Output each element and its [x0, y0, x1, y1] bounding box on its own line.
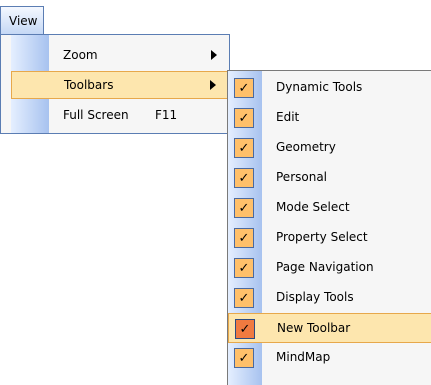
menu-item-label: Zoom: [63, 48, 98, 62]
submenu-item-label: Display Tools: [276, 290, 354, 304]
submenu-arrow-icon: [211, 50, 217, 60]
menu-item-full-screen[interactable]: Full Screen F11: [11, 101, 229, 129]
submenu-item-label: Personal: [276, 170, 328, 184]
view-menu-dropdown: Zoom Toolbars Full Screen F11: [0, 34, 230, 134]
view-menu-label: View: [9, 13, 38, 28]
submenu-item-label: Property Select: [276, 230, 368, 244]
checkmark-icon: ✓: [234, 228, 254, 248]
checkmark-icon: ✓: [234, 288, 254, 308]
menu-item-toolbars[interactable]: Toolbars: [11, 71, 229, 99]
menu-item-label: Toolbars: [64, 78, 114, 92]
submenu-arrow-icon: [210, 80, 216, 90]
checkmark-icon: ✓: [234, 168, 254, 188]
menu-item-shortcut: F11: [155, 108, 178, 122]
checkmark-icon: ✓: [234, 108, 254, 128]
submenu-item-label: Page Navigation: [276, 260, 374, 274]
menu-item-zoom[interactable]: Zoom: [11, 41, 229, 69]
submenu-item-label: Geometry: [276, 140, 336, 154]
toolbars-submenu: ✓ Dynamic Tools ✓ Edit ✓ Geometry ✓ Pers…: [227, 70, 431, 385]
submenu-item-edit[interactable]: ✓ Edit: [228, 103, 431, 133]
checkmark-icon: ✓: [234, 348, 254, 368]
submenu-item-display-tools[interactable]: ✓ Display Tools: [228, 283, 431, 313]
submenu-item-label: Edit: [276, 110, 300, 124]
checkmark-icon: ✓: [234, 258, 254, 278]
menu-item-label: Full Screen: [63, 108, 129, 122]
checkmark-icon: ✓: [234, 198, 254, 218]
checkmark-icon: ✓: [234, 138, 254, 158]
submenu-item-dynamic-tools[interactable]: ✓ Dynamic Tools: [228, 73, 431, 103]
view-menu-button[interactable]: View: [0, 6, 44, 34]
checkmark-icon: ✓: [234, 78, 254, 98]
submenu-item-property-select[interactable]: ✓ Property Select: [228, 223, 431, 253]
submenu-item-mode-select[interactable]: ✓ Mode Select: [228, 193, 431, 223]
screen: View Zoom Toolbars Full Screen F11 ✓ Dyn…: [0, 0, 431, 385]
submenu-item-geometry[interactable]: ✓ Geometry: [228, 133, 431, 163]
submenu-item-label: Mode Select: [276, 200, 350, 214]
submenu-item-label: New Toolbar: [277, 321, 351, 335]
submenu-item-label: Dynamic Tools: [276, 80, 363, 94]
submenu-item-personal[interactable]: ✓ Personal: [228, 163, 431, 193]
submenu-item-page-navigation[interactable]: ✓ Page Navigation: [228, 253, 431, 283]
submenu-item-mindmap[interactable]: ✓ MindMap: [228, 343, 431, 373]
checkmark-icon: ✓: [235, 319, 255, 339]
submenu-item-label: MindMap: [276, 350, 331, 364]
submenu-item-new-toolbar[interactable]: ✓ New Toolbar: [228, 313, 431, 343]
